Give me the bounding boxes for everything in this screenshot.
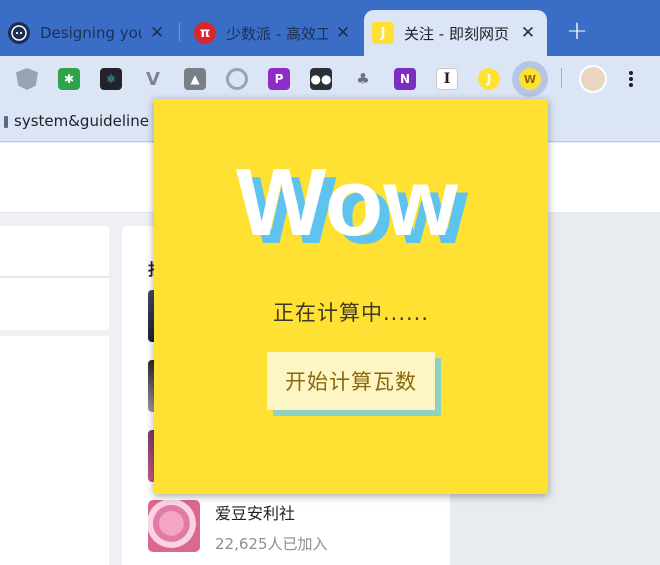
jike-extension-icon[interactable]: J [478,68,500,90]
left-card [0,226,109,330]
bookmark-label: system&guideline [14,112,149,130]
tab-title: Designing your [40,24,142,42]
wow-extension-icon[interactable]: W [519,68,541,90]
bookmark-folder[interactable]: system&guideline [4,112,149,130]
tab-close-icon[interactable]: ✕ [334,23,352,43]
start-calculate-button[interactable]: 开始计算瓦数 [267,352,435,410]
status-text: 正在计算中...... [272,301,430,325]
onenote-extension-icon[interactable]: N [394,68,416,90]
tab-close-icon[interactable]: ✕ [148,23,166,43]
pdf-purple-extension-icon[interactable]: P [268,68,290,90]
tab-title: 少数派 - 高效工 [226,24,328,43]
wow-logo-text: Wow [236,149,459,256]
wow-logo: Wow Wow [154,147,548,257]
new-tab-plus-icon[interactable]: + [564,18,590,44]
wow-logo-svg: Wow Wow [236,149,469,257]
tab-close-icon[interactable]: ✕ [519,23,537,43]
vue-devtools-icon[interactable]: V [142,68,164,90]
tab-title: 关注 - 即刻网页 [404,24,509,43]
image-extension-icon[interactable]: ▲ [184,68,206,90]
chrome-menu-icon[interactable] [624,68,638,90]
owl-extension-icon[interactable]: ●● [310,68,332,90]
tree-extension-icon[interactable]: ♣ [352,68,374,90]
tab-jike[interactable]: J 关注 - 即刻网页 ✕ [364,10,547,56]
github-octocat-icon [8,22,30,44]
club-member-count: 22,625人已加入 [215,535,328,553]
toolbar-separator [561,68,562,88]
react-devtools-icon[interactable]: ⚛ [100,68,122,90]
tab-separator [179,22,180,42]
wow-extension-popup: Wow Wow 正在计算中...... 开始计算瓦数 [154,99,548,494]
club-name[interactable]: 爱豆安利社 [215,500,295,524]
shield-extension-icon[interactable] [16,68,38,90]
jike-icon: J [372,22,394,44]
divider [0,276,109,278]
profile-avatar[interactable] [579,65,607,93]
sspai-pi-icon: π [194,22,216,44]
folder-icon [4,116,8,128]
left-card-lower [0,336,109,565]
radar-extension-icon[interactable] [226,68,248,90]
tab-sspai[interactable]: π 少数派 - 高效工 ✕ [186,10,362,56]
tab-strip: Designing your ✕ π 少数派 - 高效工 ✕ J 关注 - 即刻… [0,0,660,56]
club-avatar[interactable] [148,500,200,552]
tab-designing[interactable]: Designing your ✕ [0,10,176,56]
instapaper-icon[interactable]: I [436,68,458,90]
puzzle-green-extension-icon[interactable]: ✱ [58,68,80,90]
